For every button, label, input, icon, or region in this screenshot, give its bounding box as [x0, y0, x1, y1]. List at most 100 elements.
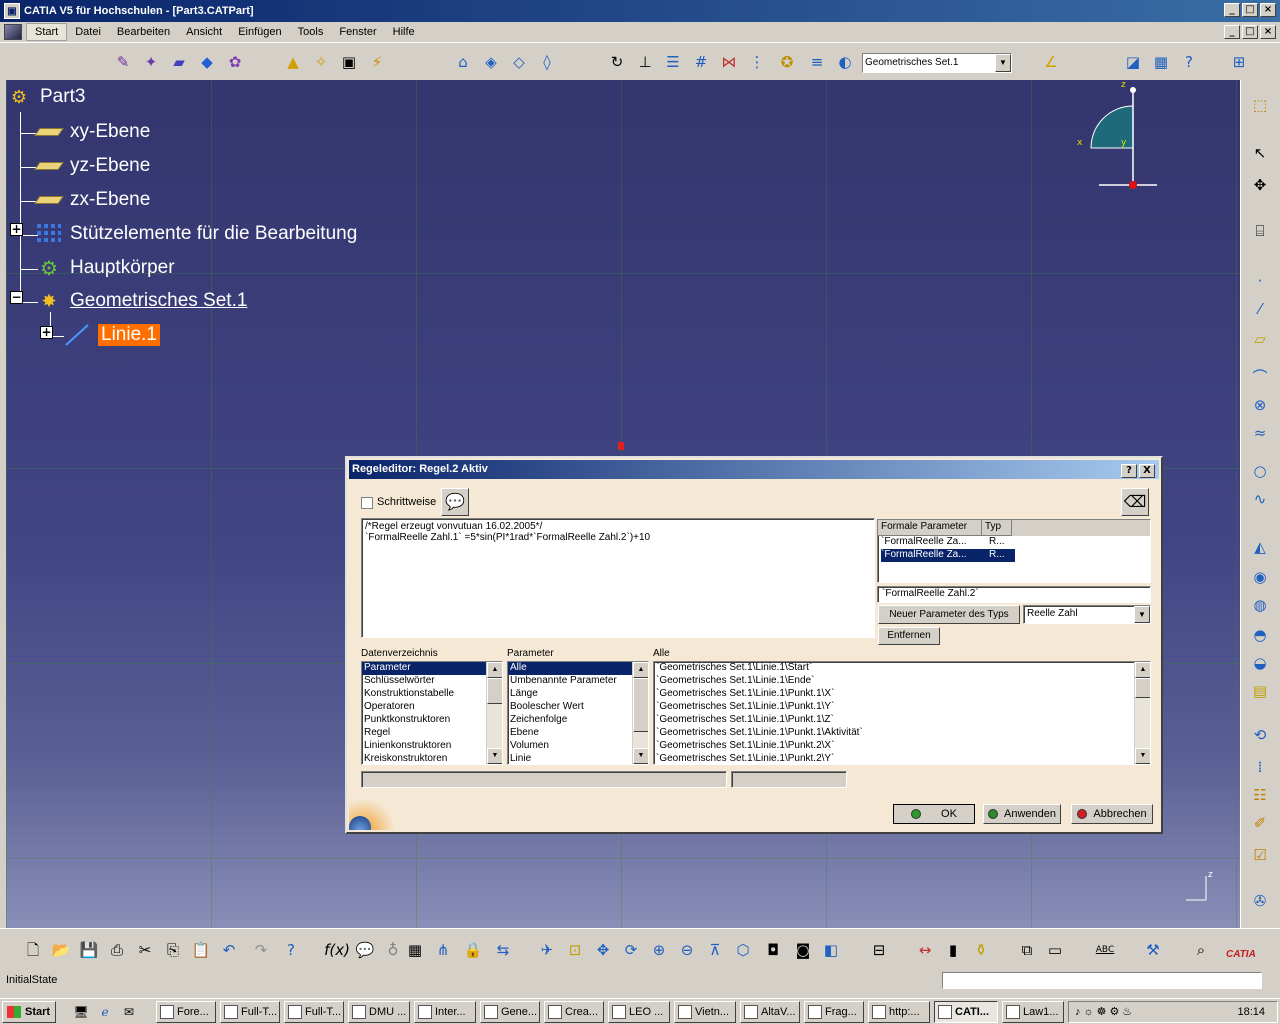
copy-icon[interactable]: ⎘ [162, 939, 184, 961]
tree-item-support-elements[interactable]: Stützelemente für die Bearbeitung [36, 223, 357, 245]
task-button[interactable]: Fore... [156, 1001, 216, 1023]
dialog-help-button[interactable]: ? [1121, 464, 1137, 478]
quicklaunch-desktop-icon[interactable]: 🖥 [70, 1001, 92, 1023]
col-formal-parameter[interactable]: Formale Parameter [878, 520, 982, 536]
whats-this-icon[interactable]: ? [280, 939, 302, 961]
table-icon[interactable]: ▦ [404, 939, 426, 961]
relations-icon[interactable]: ⋔ [432, 939, 454, 961]
speech-bubble-button[interactable]: 💬 [441, 488, 469, 516]
list-item[interactable]: Operatoren [362, 701, 502, 714]
tree-item-xy-plane[interactable]: xy-Ebene [34, 121, 150, 143]
menu-tools[interactable]: Tools [290, 24, 332, 40]
formal-param-row-selected[interactable]: `FormalReelle Za... R... [878, 549, 1150, 562]
cancel-button[interactable]: Abbrechen [1071, 804, 1153, 824]
list-item[interactable]: `Geometrisches Set.1\Linie.1\Punkt.1\Y` [654, 701, 1150, 714]
list-item[interactable]: Umbenannte Parameter [508, 675, 648, 688]
tray-icons[interactable]: ♪☼☸⚙♨ [1075, 1005, 1135, 1018]
iso-view-icon[interactable]: ⬡ [732, 939, 754, 961]
sweep-icon[interactable]: ⚡ [366, 51, 388, 73]
menu-datei[interactable]: Datei [67, 24, 109, 40]
select-arrow-icon[interactable]: ↖ [1249, 142, 1271, 164]
task-button[interactable]: Law1... [1002, 1001, 1064, 1023]
list-item[interactable]: Ebene [508, 727, 648, 740]
undo-icon[interactable]: ↶ [218, 939, 240, 961]
point-icon[interactable]: · [1249, 270, 1271, 292]
tree-item-geometrical-set[interactable]: ✸ Geometrisches Set.1 [36, 290, 247, 312]
list-item[interactable]: Punktkonstruktoren [362, 714, 502, 727]
material-icon[interactable]: ▮ [942, 939, 964, 961]
pan-icon[interactable]: ✥ [592, 939, 614, 961]
save-icon[interactable]: 💾 [78, 939, 100, 961]
sketch-pen-icon[interactable]: ✎ [112, 51, 134, 73]
rule-icon[interactable]: ✐ [1249, 812, 1271, 834]
task-button[interactable]: Full-T... [220, 1001, 280, 1023]
list-item[interactable]: `Geometrisches Set.1\Linie.1\Punkt.2\X` [654, 740, 1150, 753]
task-button[interactable]: Vietn... [674, 1001, 736, 1023]
tree-item-line1[interactable]: Linie.1 [64, 324, 160, 346]
chevron-down-icon[interactable]: ▼ [1134, 606, 1150, 623]
expand-plus-icon[interactable]: + [10, 223, 23, 236]
extrude-surface-icon[interactable]: ◭ [1249, 536, 1271, 558]
extrude-icon[interactable]: ▲ [282, 51, 304, 73]
command-input[interactable] [942, 972, 1262, 989]
projection-icon[interactable]: ⌒ [1249, 366, 1271, 388]
offset-icon[interactable]: ◓ [1249, 624, 1271, 646]
ok-button[interactable]: OK [893, 804, 975, 824]
document-icon[interactable] [4, 24, 22, 40]
apply-button[interactable]: Anwenden [983, 804, 1061, 824]
line-tool-icon[interactable]: ⁄ [1249, 298, 1271, 320]
menu-bearbeiten[interactable]: Bearbeiten [109, 24, 178, 40]
eraser-button[interactable]: ⌫ [1121, 488, 1149, 516]
snap-icon[interactable]: ⋈ [718, 51, 740, 73]
menu-start[interactable]: Start [26, 23, 68, 41]
whats-this-icon[interactable]: ? [1178, 51, 1200, 73]
multi-select-icon[interactable]: ✥ [1249, 174, 1271, 196]
boundary-icon[interactable]: ◊ [536, 51, 558, 73]
menu-einfuegen[interactable]: Einfügen [230, 24, 289, 40]
list-item[interactable]: Kreiskonstruktoren [362, 753, 502, 764]
col-type[interactable]: Typ [982, 520, 1012, 536]
revolve-surface-icon[interactable]: ◉ [1249, 566, 1271, 588]
scrollbar[interactable]: ▲ ▼ [1134, 662, 1150, 764]
doc-close-button[interactable]: × [1260, 25, 1276, 39]
task-button[interactable]: Frag... [804, 1001, 864, 1023]
dialog-title-bar[interactable]: Regeleditor: Regel.2 Aktiv ? X [349, 460, 1159, 479]
dictionary-listbox[interactable]: Parameter Schlüsselwörter Konstruktionst… [361, 661, 503, 765]
list-item[interactable]: `Geometrisches Set.1\Linie.1\Punkt.1\Akt… [654, 727, 1150, 740]
fly-icon[interactable]: ✈ [536, 939, 558, 961]
quicklaunch-outlook-icon[interactable]: ✉ [118, 1001, 140, 1023]
all-members-listbox[interactable]: `Geometrisches Set.1\Linie.1\Start` `Geo… [653, 661, 1151, 765]
scroll-up-icon[interactable]: ▲ [1135, 662, 1150, 678]
view-icon[interactable]: ◪ [1122, 51, 1144, 73]
task-button-active[interactable]: CATI... [934, 1001, 998, 1023]
list-item[interactable]: Zeichenfolge [508, 714, 648, 727]
scroll-down-icon[interactable]: ▼ [487, 748, 502, 764]
rule-text-editor[interactable]: /*Regel erzeugt vonvutuan 16.02.2005*/`F… [361, 518, 875, 638]
list-item[interactable]: `Geometrisches Set.1\Linie.1\Punkt.1\X` [654, 688, 1150, 701]
scrollbar[interactable]: ▲ ▼ [486, 662, 502, 764]
maximize-button[interactable]: □ [1242, 3, 1258, 17]
list-item[interactable]: Alle [508, 662, 648, 675]
doc-restore-button[interactable]: □ [1242, 25, 1258, 39]
dialog-close-button[interactable]: X [1139, 464, 1155, 478]
redo-icon[interactable]: ↷ [250, 939, 272, 961]
tree-item-zx-plane[interactable]: zx-Ebene [34, 189, 150, 211]
swap-space-icon[interactable]: ◧ [820, 939, 842, 961]
circle-icon[interactable]: ○ [1249, 460, 1271, 482]
hierarchy-icon[interactable]: ⋮ [746, 51, 768, 73]
lightbulb-icon[interactable]: ♁ [382, 939, 404, 961]
scroll-down-icon[interactable]: ▼ [633, 748, 648, 764]
paste-icon[interactable]: 📋 [190, 939, 212, 961]
wireframe-icon[interactable]: ◆ [196, 51, 218, 73]
new-file-icon[interactable]: 🗋 [22, 939, 44, 961]
catalog-icon[interactable]: ▦ [1150, 51, 1172, 73]
trim-icon[interactable]: ◇ [508, 51, 530, 73]
new-parameter-button[interactable]: Neuer Parameter des Typs [878, 605, 1020, 624]
list-item[interactable]: `Geometrisches Set.1\Linie.1\Ende` [654, 675, 1150, 688]
menu-fenster[interactable]: Fenster [331, 24, 384, 40]
scroll-thumb[interactable] [1135, 678, 1150, 698]
task-button[interactable]: DMU ... [348, 1001, 410, 1023]
sweep-surface-icon[interactable]: ◒ [1249, 652, 1271, 674]
multi-view-icon[interactable]: ⊟ [868, 939, 890, 961]
list-item[interactable]: Länge [508, 688, 648, 701]
